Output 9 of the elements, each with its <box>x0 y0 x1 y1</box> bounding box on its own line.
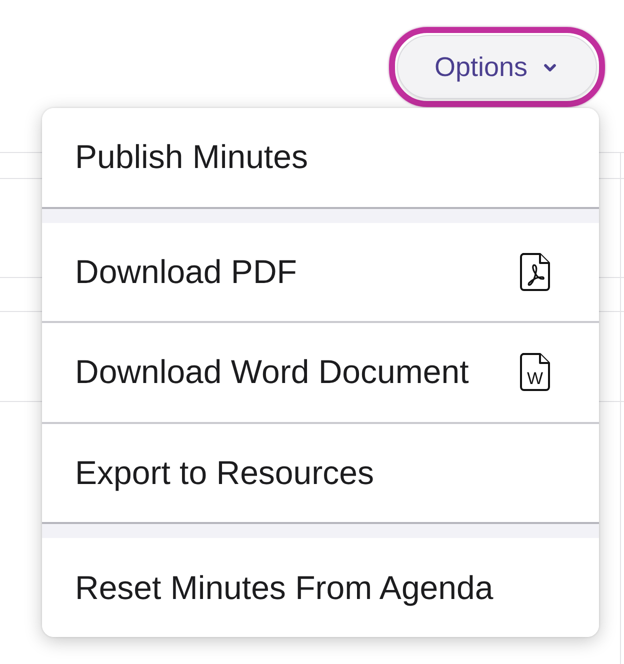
word-file-icon: W <box>519 352 551 392</box>
menu-item[interactable]: Reset Minutes From Agenda <box>42 538 599 637</box>
pdf-file-icon <box>519 252 551 292</box>
menu-item[interactable]: Export to Resources <box>42 424 599 522</box>
menu-item[interactable]: Publish Minutes <box>42 108 599 207</box>
options-button[interactable]: Options <box>397 35 597 99</box>
chevron-down-icon <box>544 64 556 72</box>
menu-item[interactable]: Download PDF <box>42 222 599 322</box>
menu-item[interactable]: Download Word Document W <box>42 323 599 422</box>
